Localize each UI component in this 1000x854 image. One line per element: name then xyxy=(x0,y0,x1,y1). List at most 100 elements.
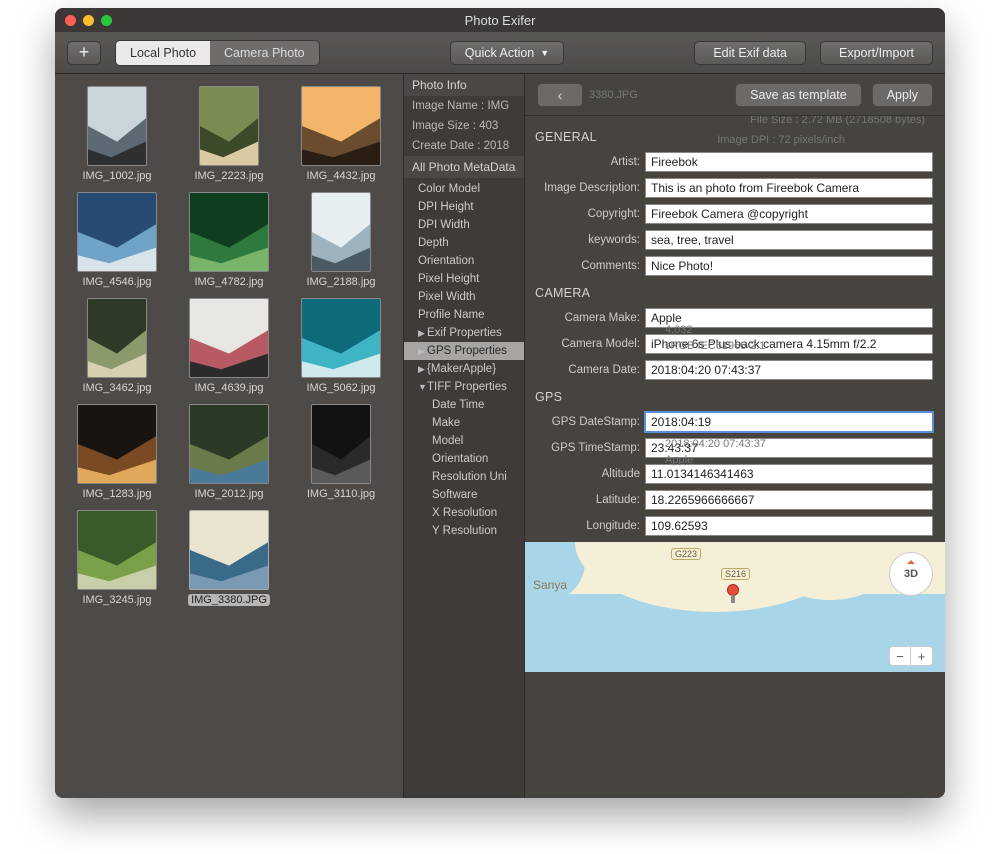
source-tabs: Local Photo Camera Photo xyxy=(115,40,320,66)
add-button[interactable]: + xyxy=(67,41,101,65)
tree-item[interactable]: Depth xyxy=(404,234,524,252)
field-label: Comments: xyxy=(533,260,645,272)
close-icon[interactable] xyxy=(65,15,76,26)
gallery-item[interactable]: IMG_2223.jpg xyxy=(173,86,285,182)
minimize-icon[interactable] xyxy=(83,15,94,26)
gallery-item[interactable]: IMG_3462.jpg xyxy=(61,298,173,394)
tree-item[interactable]: ▼TIFF Properties xyxy=(404,378,524,396)
field-label: Camera Date: xyxy=(533,364,645,376)
field-input[interactable] xyxy=(645,230,933,250)
gps-map[interactable]: Sanya G223 S216 3D − + xyxy=(525,542,945,672)
gallery-item[interactable]: IMG_1002.jpg xyxy=(61,86,173,182)
tree-item[interactable]: Pixel Height xyxy=(404,270,524,288)
back-button[interactable]: ‹ xyxy=(537,83,583,107)
gallery-item[interactable]: IMG_3380.JPG xyxy=(173,510,285,606)
thumbnail xyxy=(77,404,157,484)
field-label: keywords: xyxy=(533,234,645,246)
tree-item[interactable]: Model xyxy=(404,432,524,450)
exif-editor: ‹ 3380.JPG Save as template Apply File S… xyxy=(525,74,945,798)
form-row: Altitude xyxy=(533,464,933,484)
gallery-item[interactable]: IMG_4546.jpg xyxy=(61,192,173,288)
field-label: Copyright: xyxy=(533,208,645,220)
tree-item[interactable]: Make xyxy=(404,414,524,432)
tree-item[interactable]: ▶{MakerApple} xyxy=(404,360,524,378)
tree-item[interactable]: Orientation xyxy=(404,450,524,468)
section-camera: CAMERA xyxy=(535,286,933,300)
tree-item[interactable]: ▶Exif Properties xyxy=(404,324,524,342)
gallery-item[interactable]: IMG_2012.jpg xyxy=(173,404,285,500)
thumbnail-caption: IMG_2188.jpg xyxy=(306,276,375,288)
zoom-in-button[interactable]: + xyxy=(911,646,933,666)
toolbar: + Local Photo Camera Photo Quick Action … xyxy=(55,32,945,74)
tree-item[interactable]: DPI Width xyxy=(404,216,524,234)
field-label: GPS TimeStamp: xyxy=(533,442,645,454)
thumbnail-caption: IMG_5062.jpg xyxy=(306,382,375,394)
gallery-item[interactable]: IMG_3110.jpg xyxy=(285,404,397,500)
field-input[interactable] xyxy=(645,256,933,276)
form-row: GPS DateStamp: xyxy=(533,412,933,432)
field-input[interactable] xyxy=(645,152,933,172)
map-pin-icon[interactable] xyxy=(727,584,739,596)
tree-item[interactable]: Pixel Width xyxy=(404,288,524,306)
tree-item[interactable]: Date Time xyxy=(404,396,524,414)
tree-item[interactable]: Resolution Uni xyxy=(404,468,524,486)
file-size-hint: File Size : 2.72 MB (2718508 bytes) xyxy=(750,116,925,126)
gallery-item[interactable]: IMG_4782.jpg xyxy=(173,192,285,288)
field-input[interactable] xyxy=(645,490,933,510)
field-label: Latitude: xyxy=(533,494,645,506)
zoom-out-button[interactable]: − xyxy=(889,646,911,666)
field-input[interactable] xyxy=(645,412,933,432)
make-hint: Apple xyxy=(665,454,693,466)
thumbnail-caption: IMG_4432.jpg xyxy=(306,170,375,182)
tree-item[interactable]: Profile Name xyxy=(404,306,524,324)
apply-button[interactable]: Apply xyxy=(872,83,933,107)
tree-item[interactable]: Orientation xyxy=(404,252,524,270)
thumbnail-caption: IMG_2223.jpg xyxy=(194,170,263,182)
tree-item[interactable]: ▶GPS Properties xyxy=(404,342,524,360)
tree-item[interactable]: DPI Height xyxy=(404,198,524,216)
form-row: Camera Make: xyxy=(533,308,933,328)
section-gps: GPS xyxy=(535,390,933,404)
thumbnail-caption: IMG_3245.jpg xyxy=(82,594,151,606)
disclosure-triangle-icon: ▶ xyxy=(418,364,426,375)
tree-item[interactable]: Y Resolution xyxy=(404,522,524,540)
disclosure-triangle-icon: ▶ xyxy=(418,328,426,339)
field-input[interactable] xyxy=(645,516,933,536)
form-row: Longitude: xyxy=(533,516,933,536)
field-input[interactable] xyxy=(645,360,933,380)
thumbnail-caption: IMG_4639.jpg xyxy=(194,382,263,394)
quick-action-button[interactable]: Quick Action ▼ xyxy=(450,41,564,65)
tab-local-photo[interactable]: Local Photo xyxy=(116,41,210,65)
export-import-button[interactable]: Export/Import xyxy=(820,41,933,65)
tree-item[interactable]: Color Model xyxy=(404,180,524,198)
tab-camera-photo[interactable]: Camera Photo xyxy=(210,41,319,65)
road-label-1: G223 xyxy=(671,548,701,560)
window-title: Photo Exifer xyxy=(55,13,945,28)
field-input[interactable] xyxy=(645,204,933,224)
tree-item[interactable]: Software xyxy=(404,486,524,504)
gallery-item[interactable]: IMG_5062.jpg xyxy=(285,298,397,394)
tree-item[interactable]: X Resolution xyxy=(404,504,524,522)
form-row: Latitude: xyxy=(533,490,933,510)
gallery-item[interactable]: IMG_4639.jpg xyxy=(173,298,285,394)
gallery-item[interactable]: IMG_4432.jpg xyxy=(285,86,397,182)
gallery-item[interactable]: IMG_2188.jpg xyxy=(285,192,397,288)
field-input[interactable] xyxy=(645,178,933,198)
thumbnail xyxy=(301,86,381,166)
image-size-row: Image Size : 403 xyxy=(404,116,524,136)
app-window: Photo Exifer + Local Photo Camera Photo … xyxy=(55,8,945,798)
field-label: Artist: xyxy=(533,156,645,168)
edit-exif-button[interactable]: Edit Exif data xyxy=(694,41,806,65)
gallery-item[interactable]: IMG_3245.jpg xyxy=(61,510,173,606)
form-row: Image Description: xyxy=(533,178,933,198)
field-input[interactable] xyxy=(645,464,933,484)
thumbnail xyxy=(189,510,269,590)
thumbnail-caption: IMG_1283.jpg xyxy=(82,488,151,500)
compass-3d-button[interactable]: 3D xyxy=(889,552,933,596)
thumbnail-caption: IMG_3462.jpg xyxy=(82,382,151,394)
photo-gallery[interactable]: IMG_1002.jpg IMG_2223.jpg IMG_4432.jpg I… xyxy=(55,74,403,798)
profile-hint: sRGB IEC61966-2.1 xyxy=(665,340,765,352)
gallery-item[interactable]: IMG_1283.jpg xyxy=(61,404,173,500)
zoom-icon[interactable] xyxy=(101,15,112,26)
save-template-button[interactable]: Save as template xyxy=(735,83,862,107)
